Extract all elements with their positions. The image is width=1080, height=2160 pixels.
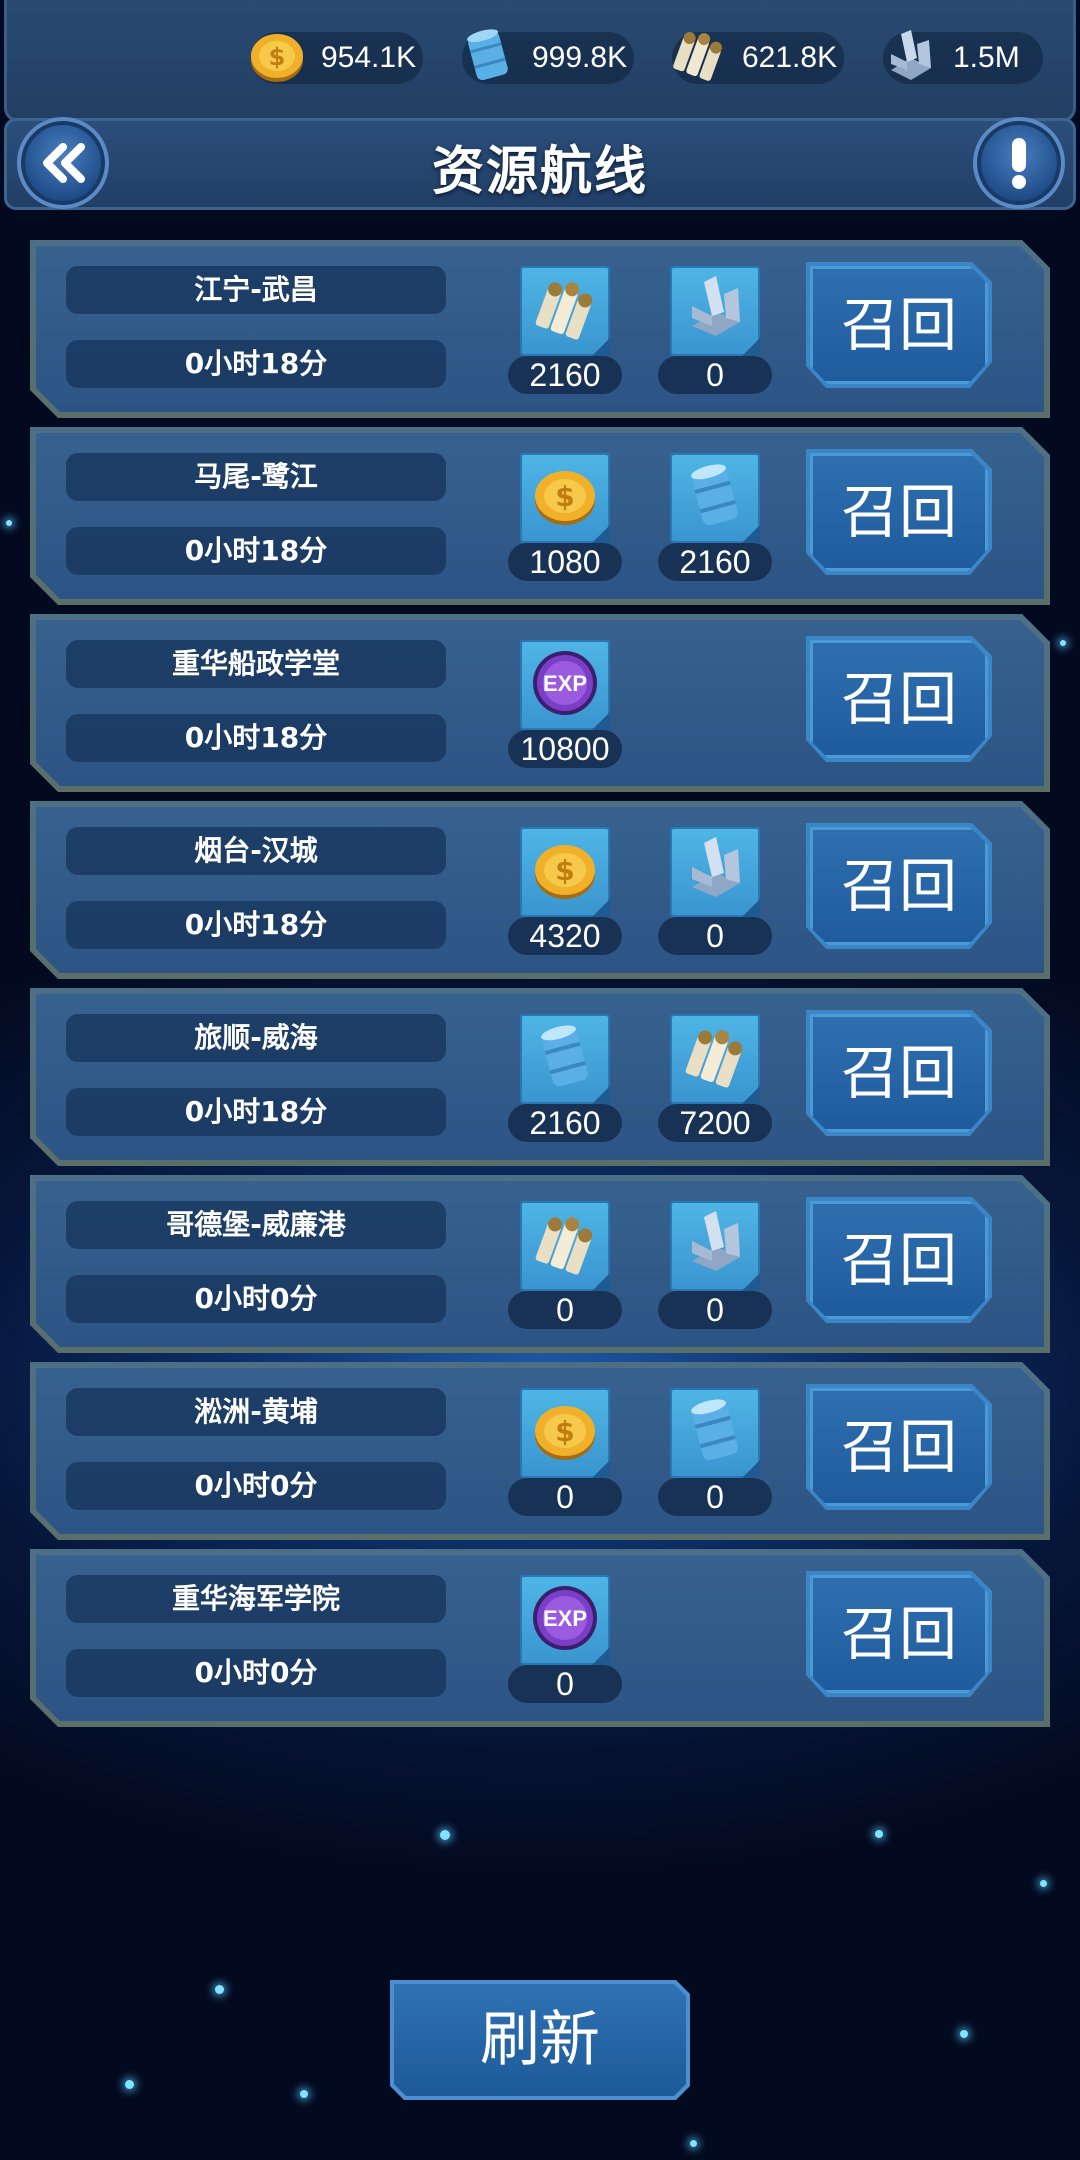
- reward-slot: 2160: [508, 266, 622, 394]
- recall-button[interactable]: 召回: [810, 453, 988, 571]
- route-time: 0小时18分: [66, 1088, 446, 1136]
- recall-button[interactable]: 召回: [810, 1388, 988, 1506]
- svg-text:$: $: [269, 43, 286, 71]
- reward-slot: 2160: [508, 1014, 622, 1142]
- oil-barrel-icon: [689, 461, 740, 527]
- route-card: 旅顺-威海 0小时18分 2160 7200 召回: [30, 988, 1050, 1166]
- reward-amount: 2160: [508, 356, 622, 394]
- route-name: 重华船政学堂: [66, 640, 446, 688]
- steel-icon: [692, 1211, 740, 1271]
- route-time: 0小时18分: [66, 340, 446, 388]
- route-card: 江宁-武昌 0小时18分 2160 0 召回: [30, 240, 1050, 418]
- gold-coin-icon: [535, 845, 595, 899]
- reward-amount: 0: [658, 917, 772, 955]
- reward-amount: 0: [508, 1478, 622, 1516]
- gold-coin-icon: [535, 471, 595, 525]
- route-name: 烟台-汉城: [66, 827, 446, 875]
- reward-slot: 0: [508, 1575, 622, 1703]
- recall-button[interactable]: 召回: [810, 1201, 988, 1319]
- reward-amount: 4320: [508, 917, 622, 955]
- reward-slot: 2160: [658, 453, 772, 581]
- oil-amount: 999.8K: [532, 41, 628, 74]
- ammo-shells-icon: [673, 32, 722, 81]
- route-time: 0小时0分: [66, 1649, 446, 1697]
- reward-slot: 7200: [658, 1014, 772, 1142]
- reward-slot: 1080: [508, 453, 622, 581]
- route-name: 马尾-鹭江: [66, 453, 446, 501]
- reward-slot: 0: [508, 1388, 622, 1516]
- recall-button[interactable]: 召回: [810, 1014, 988, 1132]
- reward-slot: 0: [658, 266, 772, 394]
- reward-amount: 0: [658, 1291, 772, 1329]
- oil-barrel-icon: [539, 1022, 590, 1088]
- reward-amount: 0: [658, 1478, 772, 1516]
- oil-barrel-icon: [467, 29, 508, 81]
- oil-barrel-icon: [689, 1396, 740, 1462]
- exclamation-icon: [1012, 138, 1026, 189]
- route-card: 重华船政学堂 0小时18分 10800 召回: [30, 614, 1050, 792]
- reward-slot: 10800: [508, 640, 622, 768]
- route-time: 0小时0分: [66, 1275, 446, 1323]
- reward-amount: 2160: [658, 543, 772, 581]
- ammo-shells-icon: [534, 274, 597, 341]
- reward-slot: 0: [508, 1201, 622, 1329]
- ammo-shells-icon: [534, 1209, 597, 1276]
- route-name: 旅顺-威海: [66, 1014, 446, 1062]
- route-time: 0小时18分: [66, 527, 446, 575]
- page-title: 资源航线: [431, 142, 648, 202]
- reward-slot: 0: [658, 1201, 772, 1329]
- route-name: 重华海军学院: [66, 1575, 446, 1623]
- info-button[interactable]: [973, 117, 1065, 209]
- recall-button[interactable]: 召回: [810, 266, 988, 384]
- recall-button[interactable]: 召回: [810, 827, 988, 945]
- steel-icon: [692, 837, 740, 897]
- exp-icon: [533, 1586, 597, 1650]
- route-card: 烟台-汉城 0小时18分 4320 0 召回: [30, 801, 1050, 979]
- route-time: 0小时18分: [66, 714, 446, 762]
- resource-ammo: 621.8K: [672, 32, 844, 84]
- route-card: 重华海军学院 0小时0分 0 召回: [30, 1549, 1050, 1727]
- reward-slot: 4320: [508, 827, 622, 955]
- route-time: 0小时18分: [66, 901, 446, 949]
- route-card: 淞洲-黄埔 0小时0分 0 0 召回: [30, 1362, 1050, 1540]
- resource-steel: 1.5M: [883, 30, 1043, 84]
- ammo-shells-icon: [684, 1022, 747, 1089]
- reward-amount: 10800: [508, 730, 622, 768]
- reward-slot: 0: [658, 1388, 772, 1516]
- title-bar: 资源航线: [4, 117, 1076, 210]
- reward-amount: 0: [508, 1665, 622, 1703]
- refresh-button[interactable]: 刷新: [394, 1984, 686, 2096]
- recall-button[interactable]: 召回: [810, 640, 988, 758]
- steel-amount: 1.5M: [953, 41, 1020, 74]
- gold-amount: 954.1K: [321, 41, 417, 74]
- steel-icon: [891, 30, 931, 80]
- reward-amount: 0: [508, 1291, 622, 1329]
- route-name: 江宁-武昌: [66, 266, 446, 314]
- route-card: 马尾-鹭江 0小时18分 1080 2160 召回: [30, 427, 1050, 605]
- route-time: 0小时0分: [66, 1462, 446, 1510]
- recall-button[interactable]: 召回: [810, 1575, 988, 1693]
- resource-oil: 999.8K: [462, 29, 634, 84]
- reward-amount: 0: [658, 356, 772, 394]
- reward-amount: 2160: [508, 1104, 622, 1142]
- gold-coin-icon: [535, 1406, 595, 1460]
- route-name: 哥德堡-威廉港: [66, 1201, 446, 1249]
- reward-slot: 0: [658, 827, 772, 955]
- resource-bar: $ 954.1K 999.8K 621.8K 1.5M: [4, 0, 1076, 122]
- route-name: 淞洲-黄埔: [66, 1388, 446, 1436]
- steel-icon: [692, 276, 740, 336]
- route-card: 哥德堡-威廉港 0小时0分 0 0 召回: [30, 1175, 1050, 1353]
- reward-amount: 1080: [508, 543, 622, 581]
- exp-icon: [533, 651, 597, 715]
- gold-coin-icon: $: [251, 34, 303, 82]
- reward-amount: 7200: [658, 1104, 772, 1142]
- ammo-amount: 621.8K: [742, 41, 838, 74]
- resource-gold: $ 954.1K: [251, 32, 423, 84]
